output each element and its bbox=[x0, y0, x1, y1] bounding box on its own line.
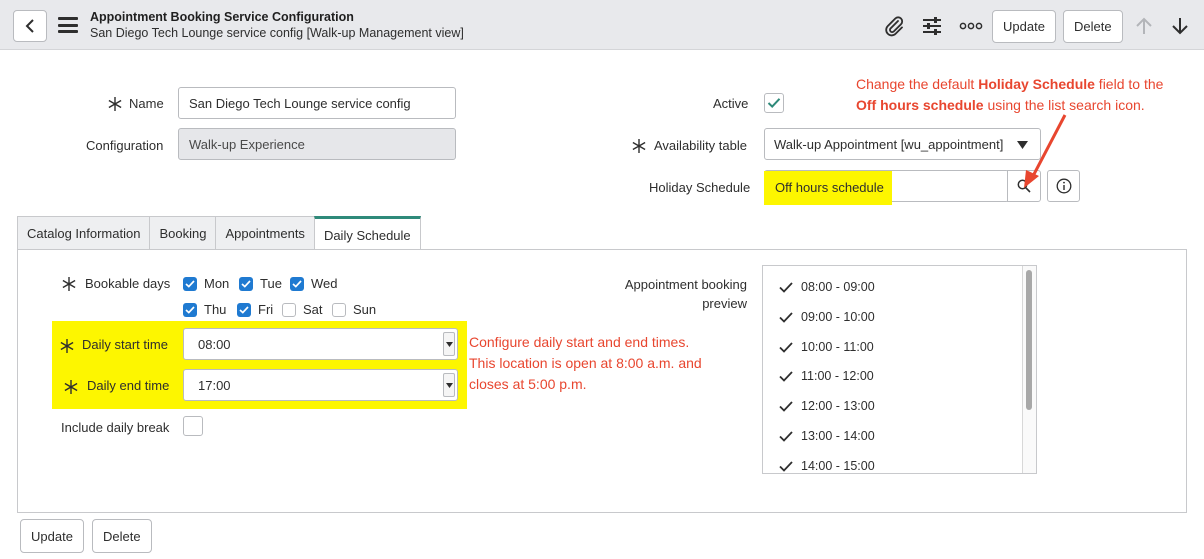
day-wed-checkbox[interactable]: Wed bbox=[290, 276, 338, 291]
more-options-icon[interactable] bbox=[959, 14, 983, 38]
day-fri-checkbox[interactable]: Fri bbox=[237, 302, 273, 317]
name-label: Name bbox=[129, 96, 164, 111]
mandatory-icon bbox=[62, 277, 76, 291]
check-icon bbox=[779, 430, 793, 442]
availability-table-value: Walk-up Appointment [wu_appointment] bbox=[774, 136, 1004, 152]
tab-appointments[interactable]: Appointments bbox=[215, 216, 315, 250]
include-daily-break-label: Include daily break bbox=[61, 420, 170, 435]
checkbox-checked-icon bbox=[183, 276, 197, 291]
availability-table-label: Availability table bbox=[654, 138, 747, 153]
bookable-days-label: Bookable days bbox=[85, 276, 171, 291]
checkbox-unchecked-icon bbox=[332, 302, 346, 317]
chevron-left-icon bbox=[25, 19, 34, 33]
caret-down-icon bbox=[443, 332, 455, 356]
day-thu-checkbox[interactable]: Thu bbox=[183, 302, 226, 317]
checkbox-checked-icon bbox=[237, 302, 251, 317]
holiday-annotation: Change the default Holiday Schedule fiel… bbox=[856, 76, 1164, 113]
check-icon bbox=[779, 341, 793, 353]
back-button[interactable] bbox=[13, 10, 47, 42]
page-title: Appointment Booking Service Configuratio… bbox=[90, 10, 354, 24]
check-icon bbox=[779, 370, 793, 382]
footer-delete-button[interactable]: Delete bbox=[92, 519, 152, 553]
scrollbar-thumb[interactable] bbox=[1026, 270, 1032, 410]
list-item: 08:00 - 09:00 bbox=[779, 280, 875, 294]
checkbox-unchecked-icon bbox=[282, 302, 296, 317]
update-button[interactable]: Update bbox=[992, 10, 1056, 43]
availability-table-select[interactable]: Walk-up Appointment [wu_appointment] bbox=[764, 128, 1041, 160]
page-subtitle: San Diego Tech Lounge service config [Wa… bbox=[90, 26, 464, 40]
daily-start-time-select[interactable]: 08:00 bbox=[183, 328, 458, 360]
list-item: 09:00 - 10:00 bbox=[779, 310, 875, 324]
form-tabs: Catalog Information Booking Appointments… bbox=[17, 216, 421, 251]
tab-booking[interactable]: Booking bbox=[149, 216, 217, 250]
check-icon bbox=[779, 400, 793, 412]
list-item: 14:00 - 15:00 bbox=[779, 459, 875, 473]
check-icon bbox=[779, 460, 793, 472]
mandatory-icon bbox=[632, 139, 646, 153]
settings-sliders-icon[interactable] bbox=[920, 14, 944, 38]
list-item: 10:00 - 11:00 bbox=[779, 340, 874, 354]
mandatory-icon bbox=[60, 339, 74, 353]
mandatory-icon bbox=[64, 380, 78, 394]
form-header: Appointment Booking Service Configuratio… bbox=[0, 0, 1204, 50]
daily-end-time-select[interactable]: 17:00 bbox=[183, 369, 458, 401]
active-label: Active bbox=[713, 96, 749, 111]
delete-button[interactable]: Delete bbox=[1063, 10, 1123, 43]
check-icon bbox=[779, 311, 793, 323]
day-mon-checkbox[interactable]: Mon bbox=[183, 276, 229, 291]
arrow-down-icon[interactable] bbox=[1168, 14, 1192, 38]
daily-start-time-label: Daily start time bbox=[82, 337, 168, 352]
configuration-field[interactable]: Walk-up Experience bbox=[178, 128, 456, 160]
checkbox-checked-icon bbox=[183, 302, 197, 317]
tab-catalog-information[interactable]: Catalog Information bbox=[17, 216, 151, 250]
caret-down-icon bbox=[443, 373, 455, 397]
daily-end-time-value: 17:00 bbox=[198, 377, 231, 393]
daily-start-time-value: 08:00 bbox=[198, 336, 231, 352]
day-sun-checkbox[interactable]: Sun bbox=[332, 302, 376, 317]
checkbox-checked-icon bbox=[290, 276, 304, 291]
scrollbar[interactable] bbox=[1022, 266, 1036, 473]
appointment-preview-list[interactable]: 08:00 - 09:00 09:00 - 10:00 10:00 - 11:0… bbox=[762, 265, 1037, 474]
holiday-schedule-value: Off hours schedule bbox=[775, 180, 884, 195]
list-item: 13:00 - 14:00 bbox=[779, 429, 875, 443]
day-tue-checkbox[interactable]: Tue bbox=[239, 276, 282, 291]
list-item: 11:00 - 12:00 bbox=[779, 369, 874, 383]
name-input[interactable]: San Diego Tech Lounge service config bbox=[178, 87, 456, 119]
checkbox-checked-icon bbox=[239, 276, 253, 291]
appointment-booking-preview-label: Appointment booking preview bbox=[624, 277, 747, 311]
menu-icon[interactable] bbox=[58, 17, 78, 33]
daily-end-time-label: Daily end time bbox=[87, 378, 170, 393]
times-annotation: Configure daily start and end times. Thi… bbox=[469, 334, 702, 392]
checkmark-icon bbox=[767, 98, 781, 109]
day-sat-checkbox[interactable]: Sat bbox=[282, 302, 323, 317]
tab-daily-schedule[interactable]: Daily Schedule bbox=[313, 216, 421, 251]
annotation-arrow-icon bbox=[1024, 114, 1067, 188]
mandatory-icon bbox=[108, 97, 122, 111]
arrow-up-icon[interactable] bbox=[1132, 14, 1156, 38]
configuration-label: Configuration bbox=[86, 138, 164, 153]
footer-update-button[interactable]: Update bbox=[20, 519, 84, 553]
list-item: 12:00 - 13:00 bbox=[779, 399, 875, 413]
active-checkbox[interactable] bbox=[764, 93, 784, 113]
include-daily-break-checkbox[interactable] bbox=[183, 416, 203, 436]
paperclip-icon[interactable] bbox=[882, 14, 906, 38]
check-icon bbox=[779, 281, 793, 293]
holiday-schedule-label: Holiday Schedule bbox=[649, 180, 751, 195]
